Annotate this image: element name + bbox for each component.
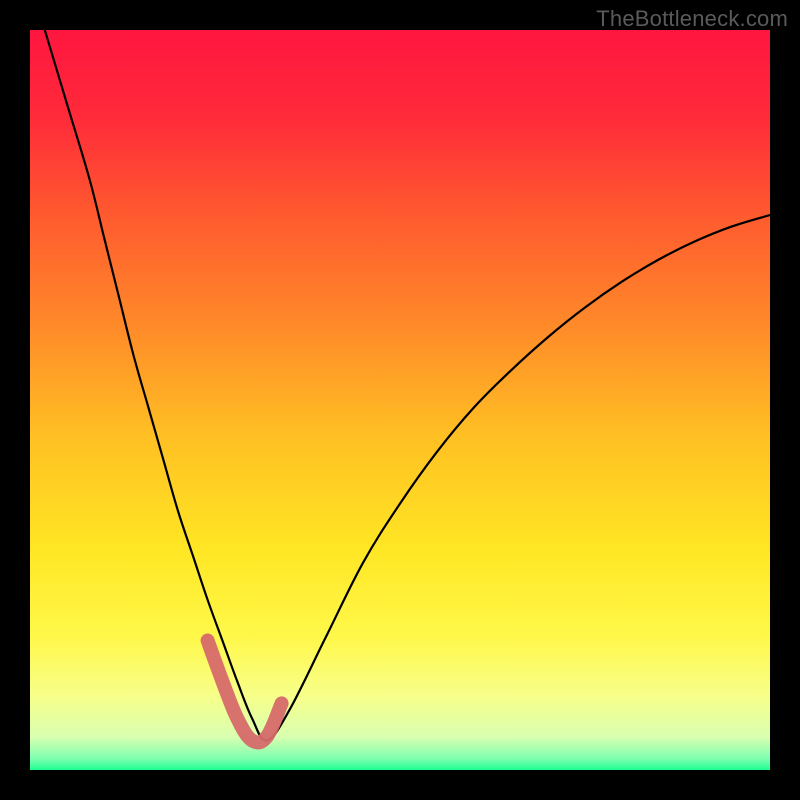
gradient-background bbox=[30, 30, 770, 770]
chart-frame: TheBottleneck.com bbox=[0, 0, 800, 800]
plot-area bbox=[30, 30, 770, 770]
bottleneck-chart bbox=[30, 30, 770, 770]
watermark-text: TheBottleneck.com bbox=[596, 6, 788, 32]
